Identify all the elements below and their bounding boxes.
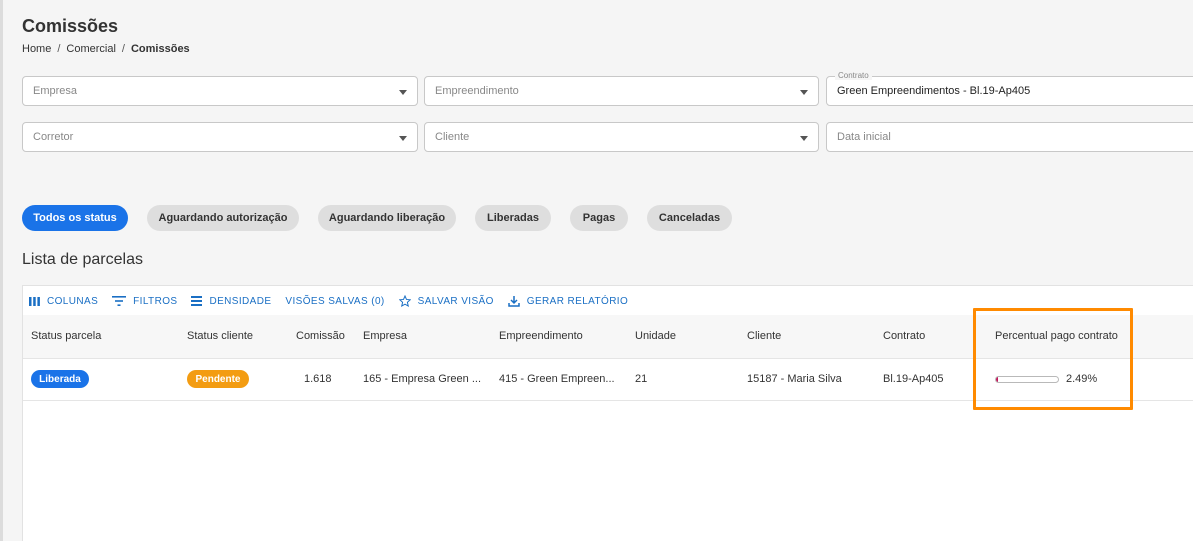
- cell-empreendimento: 415 - Green Empreen...: [499, 373, 615, 385]
- chip-aguardando-liberacao[interactable]: Aguardando liberação: [318, 205, 456, 231]
- saved-views-label: VISÕES SALVAS (0): [285, 295, 385, 307]
- section-title: Lista de parcelas: [22, 251, 143, 268]
- column-header-unidade[interactable]: Unidade: [635, 330, 676, 342]
- cell-empresa: 165 - Empresa Green ...: [363, 373, 481, 385]
- filter-icon: [112, 296, 127, 306]
- chevron-down-icon: [800, 136, 808, 141]
- cell-contrato: Bl.19-Ap405: [883, 373, 944, 385]
- columns-label: COLUNAS: [47, 295, 99, 307]
- empresa-placeholder: Empresa: [33, 85, 78, 97]
- grid-toolbar: COLUNAS FILTROS DENSIDADE VISÕES SALVAS …: [29, 295, 628, 307]
- empreendimento-select[interactable]: Empreendimento: [424, 76, 819, 106]
- column-header-status-cliente[interactable]: Status cliente: [187, 330, 253, 342]
- cell-unidade: 21: [635, 373, 648, 385]
- cell-cliente: 15187 - Maria Silva: [747, 373, 842, 385]
- download-icon: [508, 296, 520, 307]
- columns-button[interactable]: COLUNAS: [29, 295, 98, 307]
- chip-pagas[interactable]: Pagas: [570, 205, 628, 231]
- chevron-down-icon: [399, 136, 407, 141]
- cliente-placeholder: Cliente: [435, 131, 470, 143]
- highlight-box: [973, 308, 1133, 410]
- chevron-down-icon: [800, 90, 808, 95]
- density-icon: [191, 296, 203, 306]
- breadcrumb-comercial[interactable]: Comercial: [66, 43, 116, 55]
- generate-report-label: GERAR RELATÓRIO: [526, 295, 629, 307]
- data-inicial-field[interactable]: Data inicial: [826, 122, 1193, 152]
- status-badge: Pendente: [187, 370, 249, 388]
- filters-button[interactable]: FILTROS: [112, 295, 177, 307]
- columns-icon: [29, 296, 40, 306]
- save-view-button[interactable]: SALVAR VISÃO: [398, 295, 494, 307]
- star-icon: [398, 295, 411, 307]
- save-view-label: SALVAR VISÃO: [417, 295, 494, 307]
- contrato-value: Green Empreendimentos - Bl.19-Ap405: [837, 85, 1031, 97]
- saved-views-button[interactable]: VISÕES SALVAS (0): [285, 295, 384, 307]
- breadcrumb-separator: /: [121, 43, 125, 55]
- contrato-field[interactable]: Contrato Green Empreendimentos - Bl.19-A…: [826, 71, 1193, 106]
- contrato-label: Contrato: [835, 71, 872, 80]
- chip-aguardando-autorizacao[interactable]: Aguardando autorização: [147, 205, 299, 231]
- left-edge-divider: [0, 0, 3, 541]
- generate-report-button[interactable]: GERAR RELATÓRIO: [508, 295, 628, 307]
- breadcrumb: Home / Comercial / Comissões: [22, 43, 190, 55]
- chip-liberadas[interactable]: Liberadas: [475, 205, 551, 231]
- column-header-status-parcela[interactable]: Status parcela: [31, 330, 101, 342]
- chip-canceladas[interactable]: Canceladas: [647, 205, 732, 231]
- page-title: Comissões: [22, 16, 119, 36]
- column-header-comissao[interactable]: Comissão: [296, 330, 345, 342]
- breadcrumb-home[interactable]: Home: [22, 43, 51, 55]
- column-header-cliente[interactable]: Cliente: [747, 330, 781, 342]
- empresa-select[interactable]: Empresa: [22, 76, 418, 106]
- column-header-contrato[interactable]: Contrato: [883, 330, 925, 342]
- density-button[interactable]: DENSIDADE: [191, 295, 271, 307]
- filters-label: FILTROS: [133, 295, 178, 307]
- corretor-select[interactable]: Corretor: [22, 122, 418, 152]
- chip-todos-os-status[interactable]: Todos os status: [22, 205, 128, 231]
- cell-comissao: 1.618: [304, 373, 332, 385]
- breadcrumb-separator: /: [57, 43, 61, 55]
- corretor-placeholder: Corretor: [33, 131, 74, 143]
- chevron-down-icon: [399, 90, 407, 95]
- status-badge: Liberada: [31, 370, 89, 388]
- cliente-select[interactable]: Cliente: [424, 122, 819, 152]
- breadcrumb-current: Comissões: [130, 43, 190, 55]
- column-header-empreendimento[interactable]: Empreendimento: [499, 330, 583, 342]
- column-header-empresa[interactable]: Empresa: [363, 330, 407, 342]
- data-inicial-placeholder: Data inicial: [837, 131, 891, 143]
- empreendimento-placeholder: Empreendimento: [435, 85, 519, 97]
- density-label: DENSIDADE: [209, 295, 272, 307]
